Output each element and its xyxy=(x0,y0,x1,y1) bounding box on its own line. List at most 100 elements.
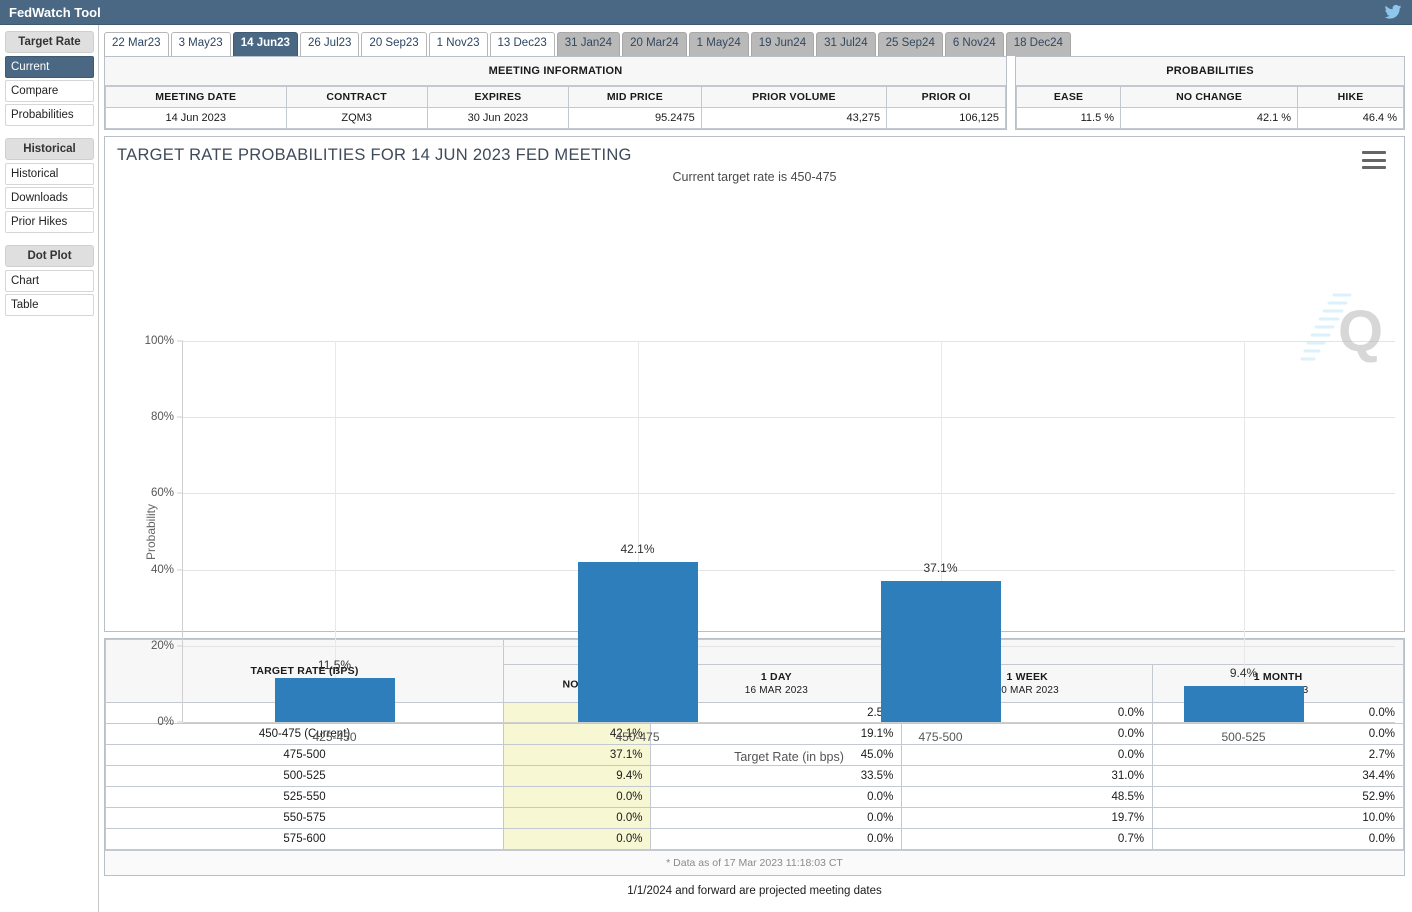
cell-now: 0.0% xyxy=(503,828,652,850)
bar-450-475[interactable]: 42.1% xyxy=(577,542,698,722)
tab-31-jul24[interactable]: 31 Jul24 xyxy=(816,32,876,56)
gridline-0 xyxy=(183,722,1395,723)
bar-475-500[interactable]: 37.1% xyxy=(880,561,1001,722)
col-prior-volume: PRIOR VOLUME xyxy=(700,86,888,108)
sidebar-item-prior-hikes[interactable]: Prior Hikes xyxy=(5,211,94,233)
cell-ease: 11.5 % xyxy=(1015,107,1122,129)
table-row: 575-600 0.0% 0.0% 0.7% 0.0% xyxy=(104,828,1404,850)
cell-1-month: 2.7% xyxy=(1152,744,1404,766)
y-tick-mark-20 xyxy=(177,645,183,647)
data-as-of-note: * Data as of 17 Mar 2023 11:18:03 CT xyxy=(105,850,1404,875)
col-no-change: NO CHANGE xyxy=(1120,86,1299,108)
gridline-100 xyxy=(183,341,1395,342)
tab-25-sep24[interactable]: 25 Sep24 xyxy=(877,32,943,56)
tab-20-sep23[interactable]: 20 Sep23 xyxy=(361,32,427,56)
cell-1-day: 0.0% xyxy=(650,828,903,850)
y-axis-line xyxy=(182,341,183,722)
twitter-bird-icon[interactable] xyxy=(1384,3,1402,21)
bar-value-label-475-500: 37.1% xyxy=(923,560,958,575)
sidebar-item-chart[interactable]: Chart xyxy=(5,270,94,292)
gridline-20 xyxy=(183,645,1395,647)
tab-3-may23[interactable]: 3 May23 xyxy=(170,32,231,56)
sidebar-item-current[interactable]: Current xyxy=(5,56,94,78)
cell-now: 0.0% xyxy=(503,807,652,829)
bar-value-label-425-450: 11.5% xyxy=(317,658,352,673)
cell-now: 37.1% xyxy=(503,744,652,766)
tab-1-nov23[interactable]: 1 Nov23 xyxy=(428,32,488,56)
gridline-60 xyxy=(183,493,1395,495)
table-row: 11.5 % 42.1 % 46.4 % xyxy=(1015,107,1404,129)
table-header-row: MEETING DATE CONTRACT EXPIRES MID PRICE … xyxy=(105,86,1006,108)
cell-contract: ZQM3 xyxy=(285,107,428,129)
cell-1-month: 10.0% xyxy=(1152,807,1404,829)
cell-1-week: 0.0% xyxy=(901,744,1154,766)
gridline-80 xyxy=(183,417,1395,419)
bar-value-label-500-525: 9.4% xyxy=(1229,666,1258,681)
tab-18-dec24[interactable]: 18 Dec24 xyxy=(1005,32,1071,56)
cell-1-day: 19.1% xyxy=(650,723,903,745)
y-tick-mark-80 xyxy=(177,416,183,418)
sidebar-item-compare[interactable]: Compare xyxy=(5,80,94,102)
cell-meeting-date: 14 Jun 2023 xyxy=(105,107,287,129)
cell-now: 9.4% xyxy=(503,765,652,787)
x-tick-label-500-525: 500-525 xyxy=(1221,730,1266,744)
cell-target-rate: 475-500 xyxy=(104,744,505,766)
tab-31-jan24[interactable]: 31 Jan24 xyxy=(556,32,621,56)
sidebar-item-probabilities[interactable]: Probabilities xyxy=(5,104,94,126)
x-axis-label: Target Rate (in bps) xyxy=(734,750,844,764)
col-prior-oi: PRIOR OI xyxy=(886,86,1006,108)
sidebar-item-table[interactable]: Table xyxy=(5,294,94,316)
table-row: 450-475 (Current) 42.1% 19.1% 0.0% 0.0% xyxy=(104,723,1404,745)
cell-no-change: 42.1 % xyxy=(1120,107,1299,129)
cell-1-day: 33.5% xyxy=(650,765,903,787)
meeting-date-tabstrip: 22 Mar23 3 May23 14 Jun23 26 Jul23 20 Sep23 1… xyxy=(104,30,1405,56)
x-tick-label-450-475: 450-475 xyxy=(615,730,660,744)
probabilities-summary-title: PROBABILITIES xyxy=(1016,57,1404,86)
tab-19-jun24[interactable]: 19 Jun24 xyxy=(750,32,815,56)
chart-plot-area: Probability Target Rate (in bps) 0% 20% 40… xyxy=(105,189,1404,764)
cell-expires: 30 Jun 2023 xyxy=(426,107,570,129)
chart-axes: Probability Target Rate (in bps) 0% 20% 40… xyxy=(144,335,1395,764)
col-mid-price: MID PRICE xyxy=(568,86,702,108)
probability-detail-body: 425-45011.5%2.5%0.0%0.0%450-475 (Current… xyxy=(104,702,1404,850)
meeting-information-panel: MEETING INFORMATION MEETING DATE CONTRAC… xyxy=(104,56,1007,130)
x-tick-label-475-500: 475-500 xyxy=(918,730,963,744)
y-axis-label: Probability xyxy=(144,503,159,560)
tab-1-may24[interactable]: 1 May24 xyxy=(688,32,749,56)
col-hike: HIKE xyxy=(1297,86,1404,108)
y-tick-mark-0 xyxy=(177,721,183,723)
table-row: 550-575 0.0% 0.0% 19.7% 10.0% xyxy=(104,807,1404,829)
tab-6-nov24[interactable]: 6 Nov24 xyxy=(944,32,1004,56)
gridline-40 xyxy=(183,569,1395,571)
y-tick-label-80: 80% xyxy=(150,411,174,424)
tab-14-jun23[interactable]: 14 Jun23 xyxy=(232,32,298,56)
y-tick-label-20: 20% xyxy=(150,639,174,652)
cell-prior-volume: 43,275 xyxy=(700,107,888,129)
meeting-information-table: MEETING DATE CONTRACT EXPIRES MID PRICE … xyxy=(105,86,1006,129)
y-tick-mark-100 xyxy=(177,340,183,342)
tab-20-mar24[interactable]: 20 Mar24 xyxy=(622,32,687,56)
sidebar-nav: Target Rate Current Compare Probabilitie… xyxy=(0,25,99,912)
probabilities-summary-table: EASE NO CHANGE HIKE 11.5 % 42.1 % 46.4 % xyxy=(1015,86,1404,129)
cell-1-week: 48.5% xyxy=(901,786,1154,808)
sidebar-item-historical[interactable]: Historical xyxy=(5,163,94,185)
hamburger-menu-icon[interactable] xyxy=(1362,151,1386,169)
bar-425-450[interactable]: 11.5% xyxy=(274,658,395,722)
bar-500-525[interactable]: 9.4% xyxy=(1183,666,1304,722)
col-ease: EASE xyxy=(1015,86,1122,108)
sidebar-heading-historical: Historical xyxy=(5,138,94,160)
tab-13-dec23[interactable]: 13 Dec23 xyxy=(489,32,555,56)
y-tick-label-60: 60% xyxy=(150,487,174,500)
tab-26-jul23[interactable]: 26 Jul23 xyxy=(299,32,360,56)
table-row: 500-525 9.4% 33.5% 31.0% 34.4% xyxy=(104,765,1404,787)
sidebar-item-downloads[interactable]: Downloads xyxy=(5,187,94,209)
main-content: 22 Mar23 3 May23 14 Jun23 26 Jul23 20 Sep23 1… xyxy=(99,25,1412,912)
table-row: 14 Jun 2023 ZQM3 30 Jun 2023 95.2475 43,… xyxy=(105,107,1006,129)
sidebar-heading-dot-plot: Dot Plot xyxy=(5,245,94,267)
tab-22-mar23[interactable]: 22 Mar23 xyxy=(104,32,169,56)
cell-hike: 46.4 % xyxy=(1297,107,1404,129)
y-tick-mark-60 xyxy=(177,492,183,494)
cell-mid-price: 95.2475 xyxy=(568,107,702,129)
